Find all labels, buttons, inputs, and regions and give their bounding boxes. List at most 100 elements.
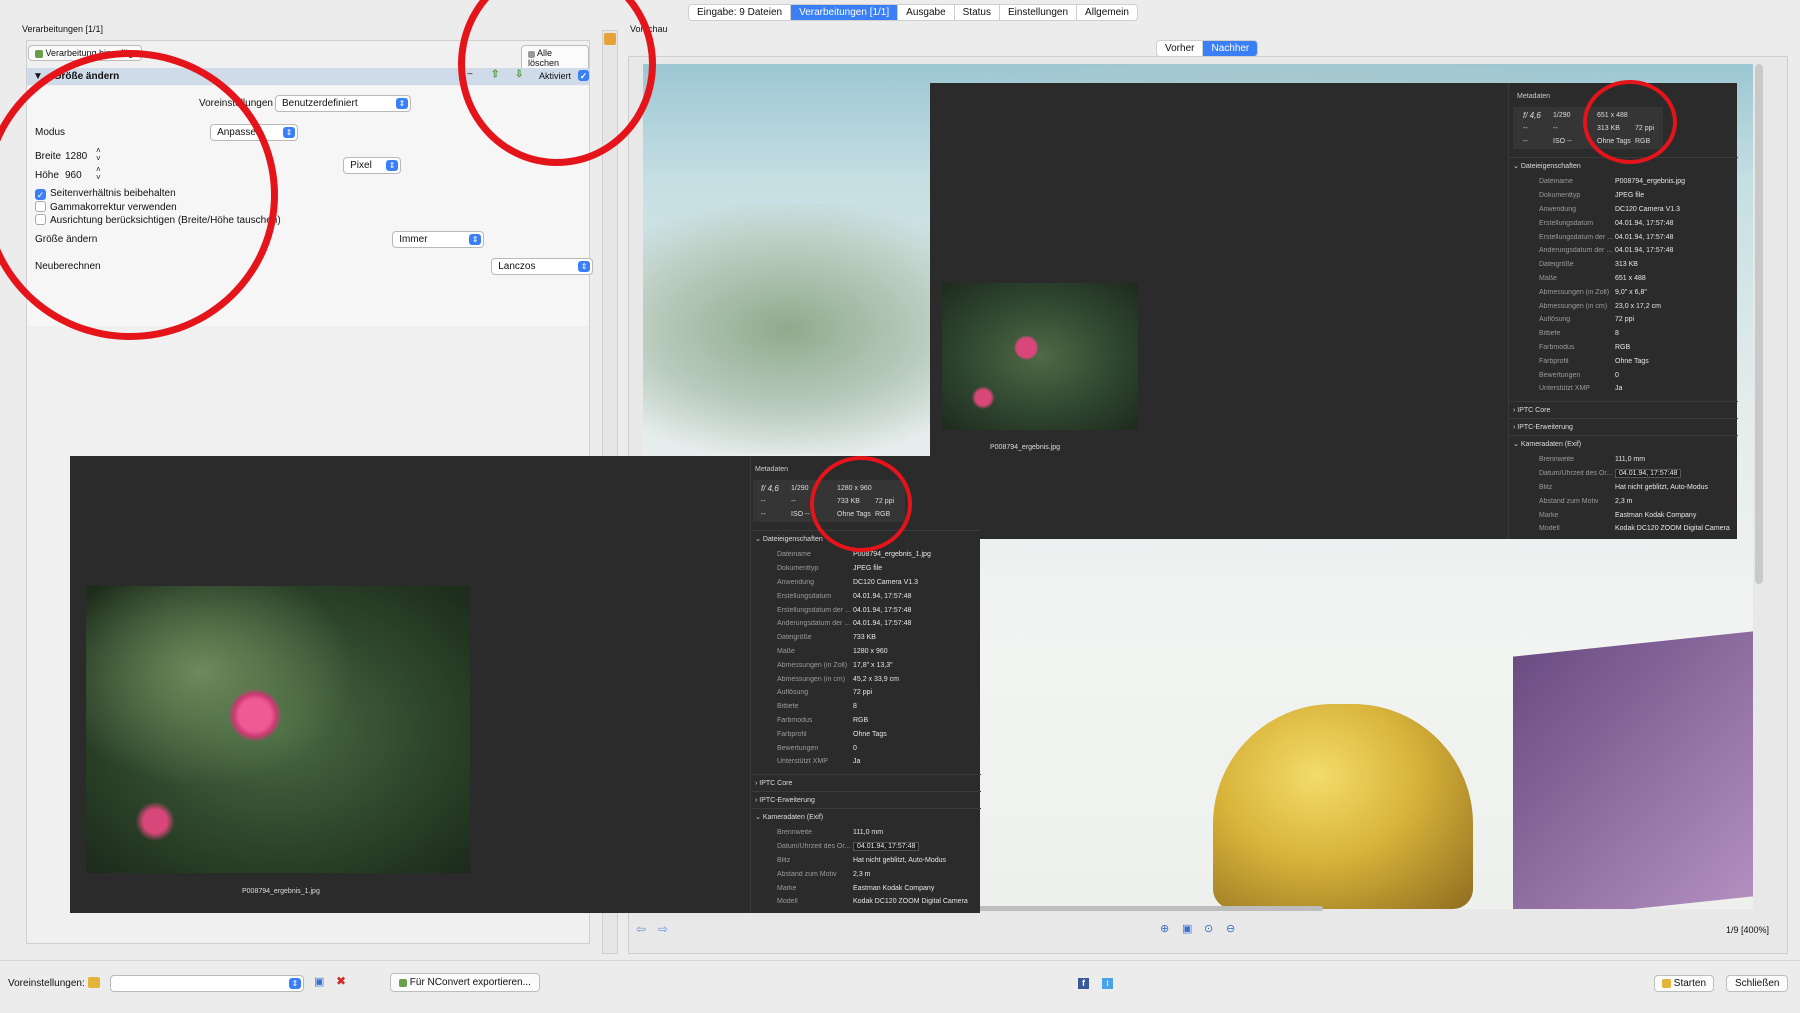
meta-row: Änderungsdatum der ... 04.01.94, 17:57:48 (1539, 247, 1674, 255)
exif-section-small[interactable]: ⌄ Kameradaten (Exif) (1509, 435, 1738, 452)
meta-row: Farbprofil Ohne Tags (777, 730, 887, 738)
meta-row: Erstellungsdatum der ... 04.01.94, 17:57:… (777, 606, 912, 614)
iptc-core-section-small[interactable]: › IPTC Core (1509, 401, 1738, 418)
tab-general[interactable]: Allgemein (1077, 5, 1137, 20)
tab-output[interactable]: Ausgabe (898, 5, 955, 20)
tab-processing[interactable]: Verarbeitungen [1/1] (791, 5, 899, 20)
meta-row: Brennweite 111,0 mm (1539, 456, 1646, 464)
processing-panel-title: Verarbeitungen [1/1] (22, 24, 104, 34)
meta-row: Dokumenttyp JPEG file (1539, 192, 1645, 200)
prev-arrow-icon[interactable]: ⇦ (636, 922, 646, 936)
meta-row: Datum/Uhrzeit des Or... 04.01.94, 17:57:4… (1539, 467, 1734, 481)
bottom-presets-label: Voreinstellungen: (8, 978, 85, 989)
meta-row: Unterstützt XMP Ja (777, 758, 861, 766)
thumb-small-caption: P008794_ergebnis.jpg (990, 444, 1061, 451)
start-label: Starten (1673, 978, 1707, 989)
start-button[interactable]: Starten (1654, 975, 1715, 992)
preview-vscroll[interactable] (1755, 64, 1763, 584)
meta-row: Modell Kodak DC120 ZOOM Digital Camera (1539, 525, 1730, 533)
exif-rows-big: Brennweite 111,0 mm Datum/Uhrzeit des Or.… (777, 826, 977, 909)
meta-row: Abmessungen (in Zoll) 9,0" x 6,8" (1539, 288, 1647, 296)
meta-row: Dateiname P008794_ergebnis_1.jpg (777, 551, 931, 559)
meta-row: Erstellungsdatum 04.01.94, 17:57:48 (777, 592, 912, 600)
meta-row: Dokumenttyp JPEG file (777, 565, 883, 573)
meta-row: Dateigröße 733 KB (777, 634, 876, 642)
iptc-ext-section-big[interactable]: › IPTC-Erweiterung (751, 791, 981, 808)
meta-row: Abstand zum Motiv 2,3 m (1539, 497, 1633, 505)
tab-status[interactable]: Status (954, 5, 1000, 20)
start-icon (1662, 979, 1671, 988)
delete-icon[interactable]: ✖ (336, 974, 346, 988)
export-icon (399, 979, 407, 987)
annotation-circle-big-meta (810, 456, 912, 552)
thumb-big-caption: P008794_ergebnis_1.jpg (242, 888, 320, 895)
resize-select[interactable]: Immer ⇕ (392, 231, 485, 248)
meta-row: Blitz Hat nicht geblitzt, Auto-Modus (777, 856, 946, 864)
meta-row: Anwendung DC120 Camera V1.3 (1539, 205, 1680, 213)
zoom-actual-icon[interactable]: ⊙ (1204, 922, 1213, 935)
meta-header-big: Metadaten (755, 466, 789, 473)
close-button[interactable]: Schließen (1726, 975, 1789, 992)
meta-row: Bewertungen 0 (777, 744, 857, 752)
resample-select[interactable]: Lanczos ⇕ (491, 258, 594, 275)
meta-row: Dateigröße 313 KB (1539, 261, 1638, 269)
meta-row: Farbprofil Ohne Tags (1539, 357, 1649, 365)
preview-toggle: Vorher Nachher (1156, 40, 1259, 57)
export-nconvert-button[interactable]: Für NConvert exportieren... (390, 973, 540, 992)
bottom-presets-select[interactable]: ⇕ (110, 975, 304, 992)
meta-header-small: Metadaten (1517, 93, 1551, 100)
presets-select[interactable]: Benutzerdefiniert ⇕ (275, 95, 411, 112)
meta-row: Bittiefe 8 (777, 703, 857, 711)
unit-select[interactable]: Pixel ⇕ (343, 157, 402, 174)
meta-row: Auflösung 72 ppi (777, 689, 873, 697)
meta-row: Abmessungen (in Zoll) 17,8" x 13,3" (777, 661, 893, 669)
preview-status: 1/9 [400%] (1726, 925, 1770, 935)
thumb-small (942, 283, 1138, 430)
meta-row: Blitz Hat nicht geblitzt, Auto-Modus (1539, 483, 1708, 491)
after-button[interactable]: Nachher (1203, 41, 1258, 56)
twitter-icon[interactable]: t (1102, 978, 1113, 989)
iptc-ext-section-small[interactable]: › IPTC-Erweiterung (1509, 418, 1738, 435)
exif-rows-small: Brennweite 111,0 mm Datum/Uhrzeit des Or.… (1539, 453, 1734, 536)
meta-row: Bewertungen 0 (1539, 371, 1619, 379)
main-tab-bar: Eingabe: 9 Dateien Verarbeitungen [1/1] … (688, 4, 1138, 21)
meta-row: Farbmodus RGB (777, 716, 869, 724)
meta-row: Auflösung 72 ppi (1539, 316, 1635, 324)
before-button[interactable]: Vorher (1157, 41, 1204, 56)
meta-row: Maße 1280 x 960 (777, 647, 888, 655)
next-arrow-icon[interactable]: ⇨ (658, 922, 668, 936)
add-icon (35, 50, 43, 58)
iptc-core-section-big[interactable]: › IPTC Core (751, 774, 981, 791)
tab-settings[interactable]: Einstellungen (1000, 5, 1078, 20)
meta-row: Maße 651 x 488 (1539, 274, 1646, 282)
zoom-in-icon[interactable]: ⊕ (1160, 922, 1169, 935)
save-icon[interactable]: ▣ (314, 975, 324, 988)
meta-row: Unterstützt XMP Ja (1539, 385, 1623, 393)
tab-input[interactable]: Eingabe: 9 Dateien (689, 5, 792, 20)
meta-row: Erstellungsdatum der ... 04.01.94, 17:57:… (1539, 233, 1674, 241)
meta-row: Marke Eastman Kodak Company (1539, 511, 1697, 519)
fit-icon[interactable]: ▣ (1182, 922, 1192, 935)
meta-row: Brennweite 111,0 mm (777, 829, 884, 837)
meta-row: Dateiname P008794_ergebnis.jpg (1539, 178, 1686, 186)
folder-icon[interactable] (88, 977, 100, 988)
meta-row: Datum/Uhrzeit des Or... 04.01.94, 17:57:4… (777, 840, 977, 854)
export-label: Für NConvert exportieren... (409, 977, 531, 988)
bottom-divider (0, 960, 1800, 961)
meta-row: Erstellungsdatum 04.01.94, 17:57:48 (1539, 219, 1674, 227)
lucky-cat-figure (1213, 704, 1473, 909)
annotation-circle-small-meta (1583, 80, 1677, 164)
thumb-big (86, 586, 470, 873)
meta-row: Anwendung DC120 Camera V1.3 (777, 578, 918, 586)
close-label: Schließen (1735, 978, 1780, 989)
purple-box (1513, 631, 1753, 909)
meta-rows-big: Dateiname P008794_ergebnis_1.jpg Dokument… (777, 548, 977, 769)
exif-section-big[interactable]: ⌄ Kameradaten (Exif) (751, 808, 981, 825)
meta-row: Abstand zum Motiv 2,3 m (777, 870, 871, 878)
meta-row: Änderungsdatum der ... 04.01.94, 17:57:48 (777, 620, 912, 628)
zoom-out-icon[interactable]: ⊖ (1226, 922, 1235, 935)
meta-row: Abmessungen (in cm) 45,2 x 33,9 cm (777, 675, 899, 683)
meta-row: Abmessungen (in cm) 23,0 x 17,2 cm (1539, 302, 1661, 310)
facebook-icon[interactable]: f (1078, 978, 1089, 989)
meta-row: Modell Kodak DC120 ZOOM Digital Camera (777, 898, 968, 906)
